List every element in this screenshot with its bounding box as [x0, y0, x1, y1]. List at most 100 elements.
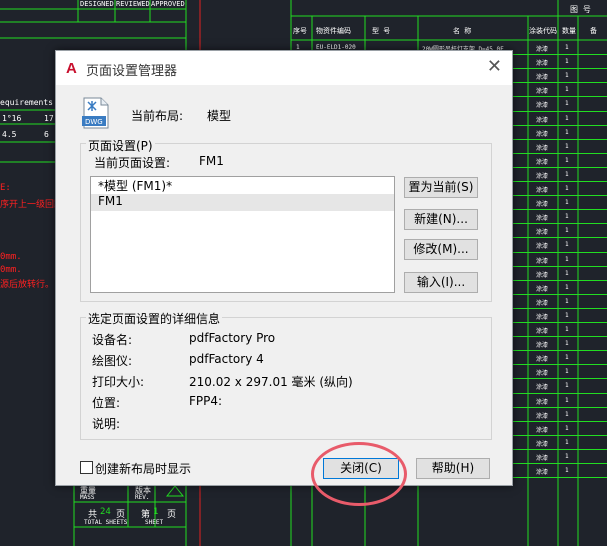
cad-row-paint: 涂漆 [536, 60, 549, 68]
cad-row-paint: 涂漆 [536, 313, 549, 321]
plot-size-value: 210.02 x 297.01 毫米 (纵向) [189, 375, 353, 389]
dwg-label: DWG [85, 118, 103, 126]
cad-red-note: 0mm. [0, 265, 22, 275]
cad-col-header: 数量 [562, 27, 576, 35]
close-button[interactable]: 关闭(C) [323, 458, 399, 479]
cad-row-paint: 涂漆 [536, 116, 549, 124]
device-name-label: 设备名: [92, 333, 133, 347]
where-label: 位置: [92, 396, 121, 410]
cad-row-paint: 涂漆 [536, 229, 549, 237]
cad-row-paint: 涂漆 [536, 172, 549, 180]
cad-col-header: 涂装代码 [529, 27, 557, 35]
cad-row-paint: 涂漆 [536, 299, 549, 307]
dialog-titlebar[interactable]: A 页面设置管理器 ✕ [56, 51, 512, 85]
cad-sheet-en: SHEET [145, 519, 164, 526]
page-setup-list[interactable]: *模型 (FM1)* FM1 [90, 176, 395, 293]
cad-row-paint: 涂漆 [536, 426, 549, 434]
cad-row-paint: 涂漆 [536, 398, 549, 406]
cad-col-header: 物资件编码 [316, 27, 351, 35]
cad-row-qty: 1 [565, 382, 569, 390]
new-button[interactable]: 新建(N)... [404, 209, 478, 230]
dwg-file-icon: DWG [82, 97, 110, 129]
show-on-new-layout-label[interactable]: 创建新布局时显示 [95, 460, 191, 477]
page-setup-manager-dialog: A 页面设置管理器 ✕ DWG 当前布局: 模型 页面设置(P) 当前页面设置:… [55, 50, 513, 486]
cad-row-qty: 1 [565, 438, 569, 446]
cad-row-paint: 涂漆 [536, 285, 549, 293]
list-item[interactable]: *模型 (FM1)* [91, 177, 394, 194]
cad-row-paint: 涂漆 [536, 74, 549, 82]
cad-row-paint: 涂漆 [536, 201, 549, 209]
details-group-label: 选定页面设置的详细信息 [86, 310, 223, 327]
cad-col-header: 型 号 [372, 27, 391, 35]
cad-row-paint: 涂漆 [536, 469, 549, 476]
cad-row-qty: 1 [565, 467, 569, 474]
cad-row-qty: 1 [565, 86, 569, 94]
cad-table-title: 图 号 [570, 5, 591, 14]
cad-col-header: 备 [590, 27, 597, 35]
cad-header-reviewed: REVIEWED [116, 0, 150, 8]
cad-red-note: 源后放转行。 [0, 280, 55, 290]
cad-row-qty: 1 [565, 170, 569, 178]
cad-row-paint: 涂漆 [536, 46, 549, 53]
cad-row-paint: 涂漆 [536, 187, 549, 194]
cad-row-paint: 涂漆 [536, 384, 549, 392]
cad-row-qty: 1 [565, 396, 569, 404]
cad-value: 4.5 [2, 130, 17, 139]
autocad-logo-icon: A [66, 60, 77, 77]
dialog-title: 页面设置管理器 [86, 64, 178, 79]
device-name-value: pdfFactory Pro [189, 331, 276, 345]
cad-row-paint: 涂漆 [536, 370, 549, 378]
cad-row-qty: 1 [565, 156, 569, 164]
current-layout-label: 当前布局: [131, 109, 184, 123]
cad-row-paint: 涂漆 [536, 88, 549, 96]
cad-row-qty: 1 [565, 241, 569, 249]
cad-row-paint: 涂漆 [536, 257, 549, 265]
cad-header-designed: DESIGNED [80, 0, 114, 8]
cad-row-paint: 涂漆 [536, 215, 549, 223]
current-setup-value: FM1 [199, 154, 224, 168]
cad-value: 17 [44, 114, 54, 123]
cad-rev-en: REV. [135, 494, 150, 501]
cad-value: 1°16 [2, 114, 22, 123]
plotter-value: pdfFactory 4 [189, 352, 264, 366]
cad-row-paint: 涂漆 [536, 144, 549, 152]
cad-row-paint: 涂漆 [536, 356, 549, 364]
set-current-button[interactable]: 置为当前(S) [404, 177, 478, 198]
cad-row-paint: 涂漆 [536, 412, 549, 420]
cad-row-paint: 涂漆 [536, 440, 549, 448]
cad-row-qty: 1 [565, 255, 569, 263]
cad-total-en: TOTAL SHEETS [84, 519, 128, 526]
plotter-label: 绘图仪: [92, 354, 133, 368]
cad-col-header: 名 称 [453, 27, 472, 35]
cad-row-qty: 1 [565, 199, 569, 207]
current-layout-value: 模型 [207, 109, 232, 123]
list-item[interactable]: FM1 [91, 194, 394, 211]
cad-red-note: 0mm. [0, 252, 22, 262]
import-button[interactable]: 输入(I)... [404, 272, 478, 293]
cad-row-qty: 1 [565, 44, 569, 51]
show-on-new-layout-checkbox[interactable] [80, 461, 93, 474]
cad-sheet-num: 1 [153, 507, 159, 517]
cad-row-paint: 涂漆 [536, 243, 549, 251]
cad-total-num: 24 [100, 507, 111, 517]
cad-row-qty: 1 [565, 452, 569, 460]
close-icon[interactable]: ✕ [487, 56, 502, 77]
cad-row-paint: 涂漆 [536, 454, 549, 462]
cad-row-qty: 1 [565, 311, 569, 319]
help-button[interactable]: 帮助(H) [416, 458, 490, 479]
cad-red-note: 序开上一级回路 [0, 200, 64, 210]
modify-button[interactable]: 修改(M)... [404, 239, 478, 260]
cad-row-qty: 1 [565, 58, 569, 66]
cad-row-paint: 涂漆 [536, 342, 549, 350]
cad-row-paint: 涂漆 [536, 271, 549, 279]
cad-mass-en: MASS [80, 494, 95, 501]
cad-row-qty: 1 [565, 114, 569, 122]
cad-row-qty: 1 [565, 424, 569, 432]
cad-row-qty: 1 [565, 100, 569, 108]
where-value: FPP4: [189, 394, 223, 408]
cad-row-qty: 1 [565, 354, 569, 362]
cad-row-qty: 1 [565, 410, 569, 418]
cad-red-note: E: [0, 183, 11, 193]
cad-row-qty: 1 [565, 213, 569, 221]
cad-row-paint: 涂漆 [536, 328, 549, 335]
